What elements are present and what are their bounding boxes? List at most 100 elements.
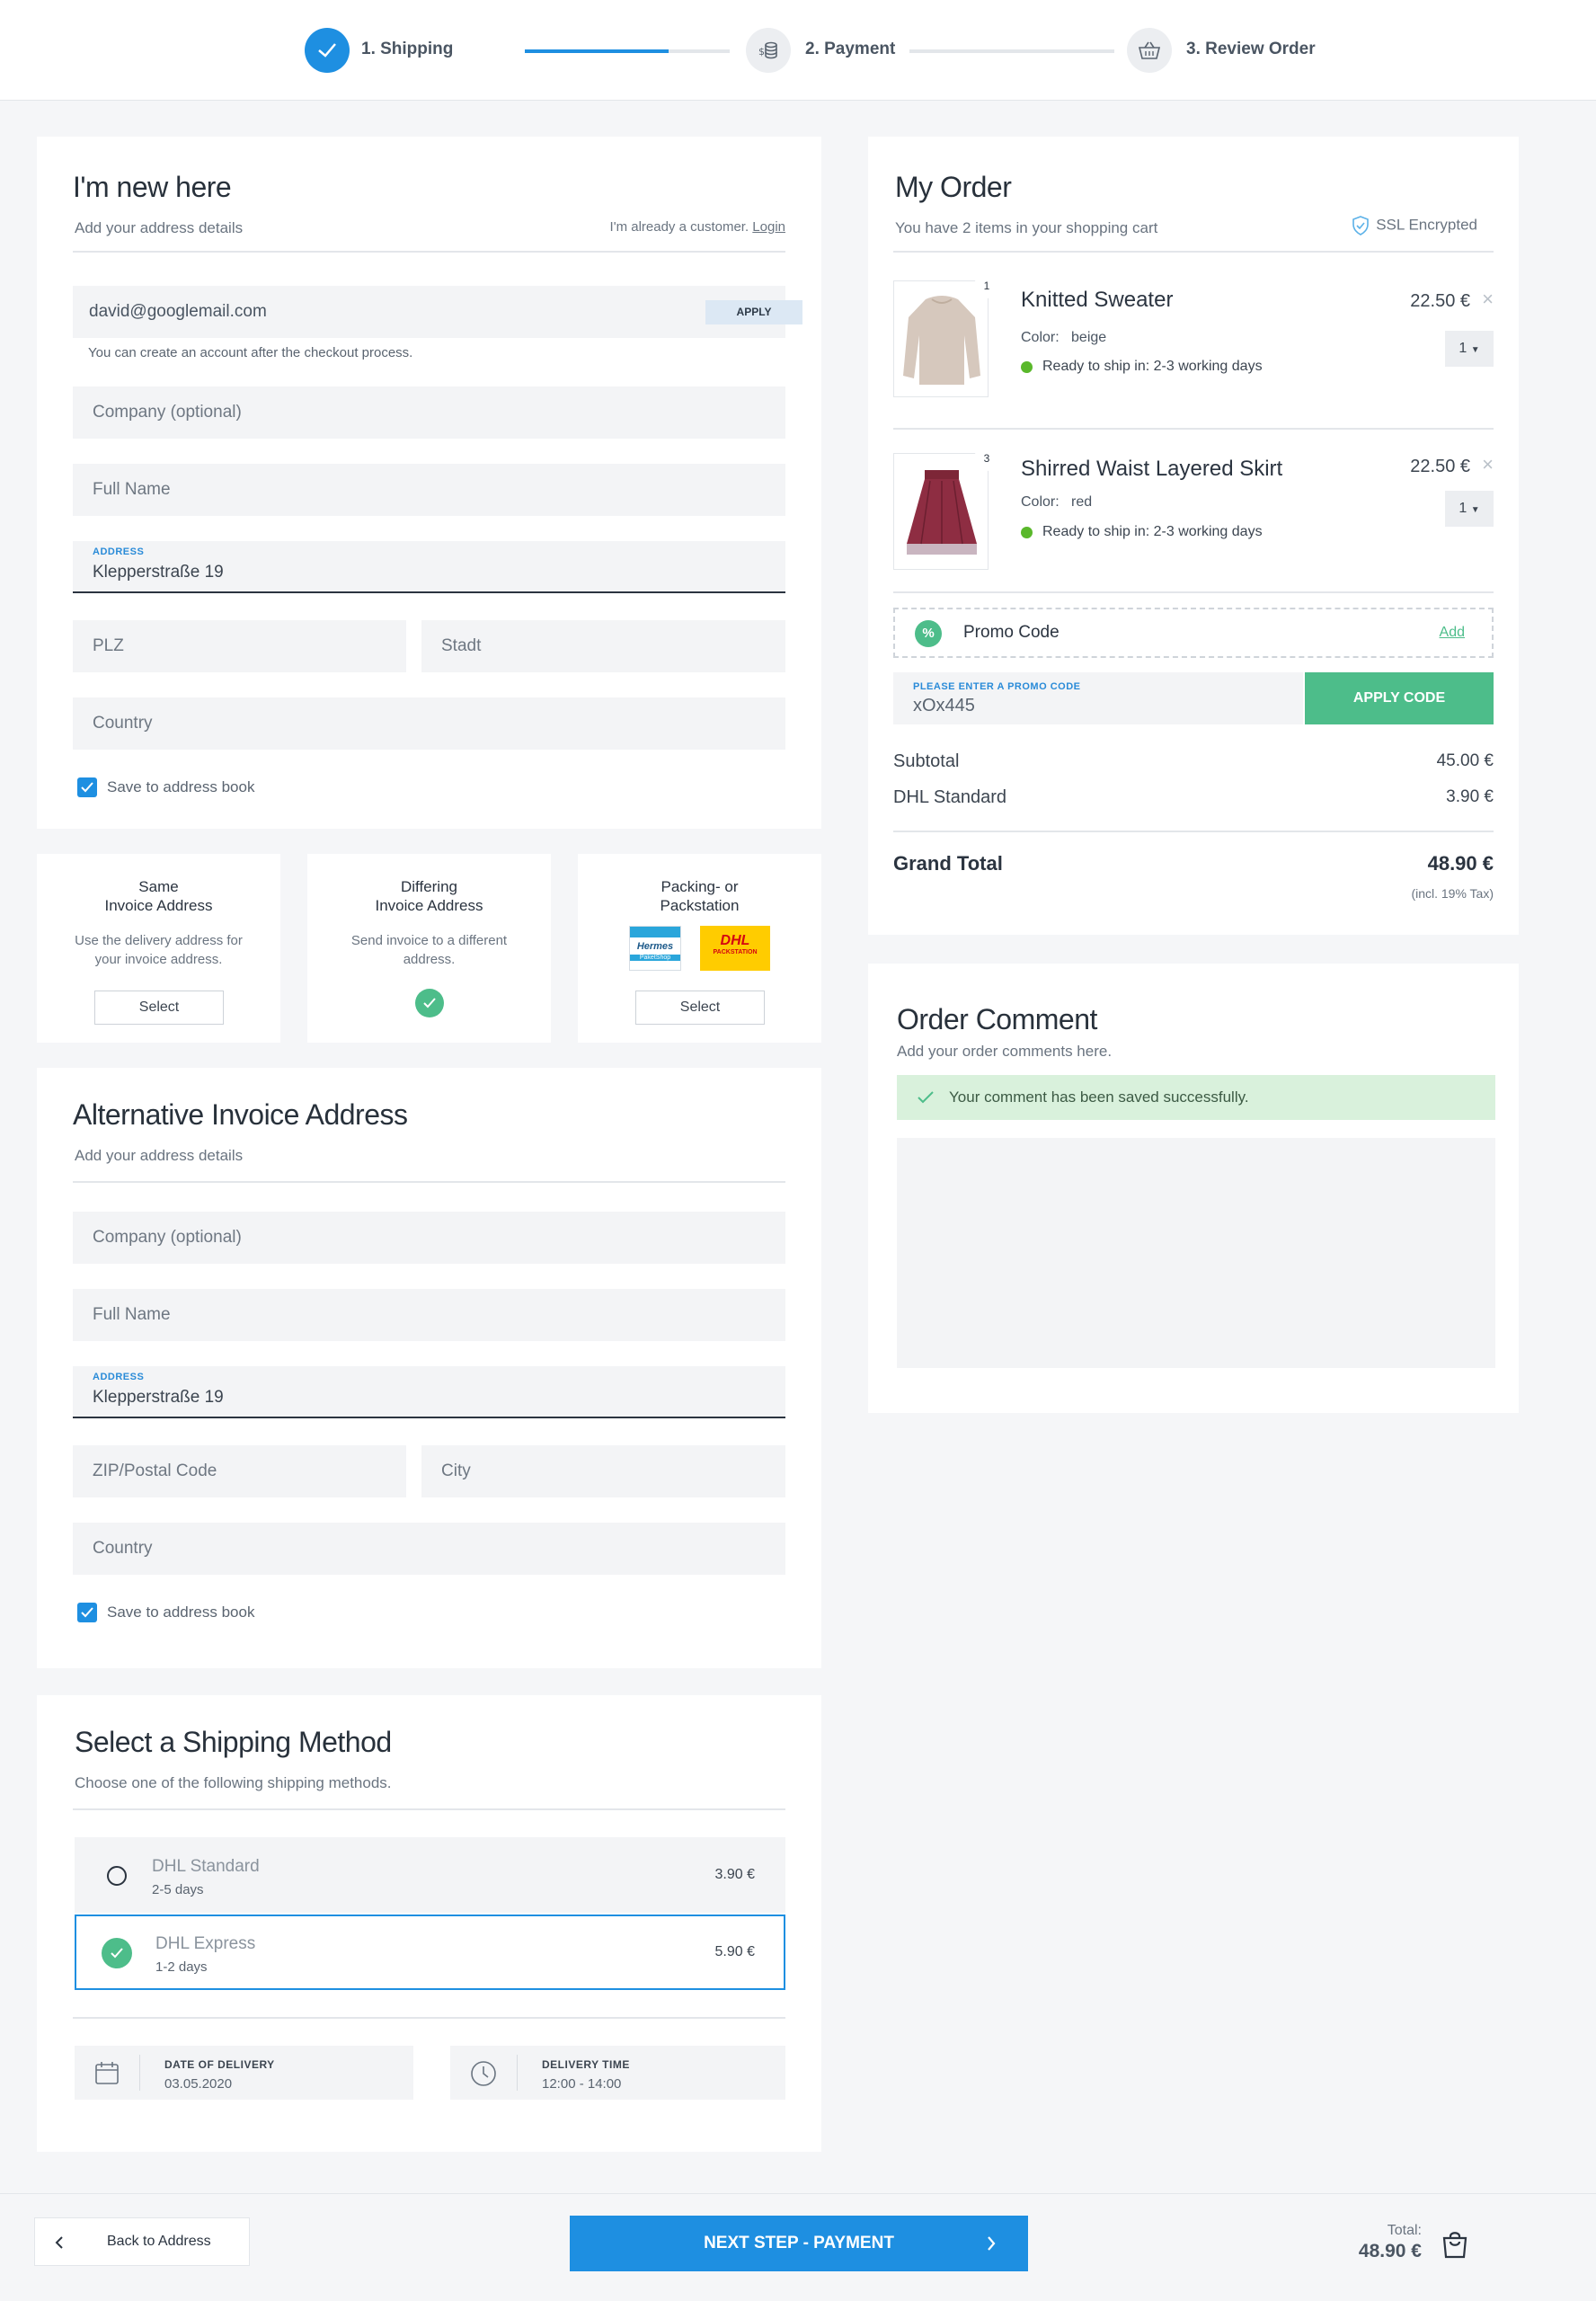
shipping-option-dhl-express[interactable]: DHL Express 1-2 days 5.90 € <box>75 1915 785 1990</box>
divider <box>893 428 1494 430</box>
back-label: Back to Address <box>107 2234 211 2249</box>
back-to-address-button[interactable]: Back to Address <box>34 2217 250 2266</box>
option-desc-line2: your invoice address. <box>94 952 223 967</box>
select-packstation-button[interactable]: Select <box>635 991 765 1025</box>
apply-email-button[interactable]: APPLY <box>705 300 802 324</box>
step-shipping-circle[interactable] <box>305 28 350 73</box>
city-field[interactable]: City <box>421 1445 785 1497</box>
selected-check-icon[interactable] <box>102 1938 132 1968</box>
email-value: david@googlemail.com <box>89 302 267 321</box>
option-desc: Send invoice to a different address. <box>307 931 551 969</box>
full-name-field[interactable]: Full Name <box>73 1289 785 1341</box>
sweater-image <box>903 296 980 385</box>
next-step-button[interactable]: NEXT STEP - PAYMENT <box>570 2216 1028 2271</box>
login-link[interactable]: Login <box>752 219 785 235</box>
remove-icon[interactable]: × <box>1482 455 1494 475</box>
shipping-method-card: Select a Shipping Method Choose one of t… <box>37 1695 821 2152</box>
country-field[interactable]: Country <box>73 1523 785 1575</box>
invoice-option-same[interactable]: Same Invoice Address Use the delivery ad… <box>37 854 280 1043</box>
date-label: DATE OF DELIVERY <box>164 2058 275 2071</box>
method-price: 3.90 € <box>714 1867 755 1882</box>
footer-total-label: Total: <box>1387 2223 1422 2238</box>
promo-code-input[interactable]: PLEASE ENTER A PROMO CODE xOx445 <box>893 672 1303 724</box>
product-name[interactable]: Knitted Sweater <box>1021 288 1173 313</box>
plz-field[interactable]: PLZ <box>73 620 406 672</box>
clock-icon <box>471 2061 496 2086</box>
product-color: Color: red <box>1021 494 1092 511</box>
company-field[interactable]: Company (optional) <box>73 1212 785 1264</box>
grand-total-label: Grand Total <box>893 852 1003 875</box>
option-title-line1: Differing <box>401 878 457 895</box>
comment-textarea[interactable] <box>897 1138 1495 1368</box>
divider <box>73 1181 785 1183</box>
shopping-bag-icon[interactable] <box>1441 2230 1468 2259</box>
tax-note: (incl. 19% Tax) <box>1411 886 1494 901</box>
save-address-label[interactable]: Save to address book <box>107 778 254 796</box>
next-label: NEXT STEP - PAYMENT <box>704 2234 894 2252</box>
zip-field[interactable]: ZIP/Postal Code <box>73 1445 406 1497</box>
promo-add-link[interactable]: Add <box>1440 625 1465 641</box>
delivery-time-field[interactable]: DELIVERY TIME 12:00 - 14:00 <box>450 2046 785 2100</box>
step-payment-label[interactable]: 2. Payment <box>805 40 895 59</box>
option-title-line2: Invoice Address <box>104 897 213 914</box>
shipping-option-dhl-standard[interactable]: DHL Standard 2-5 days 3.90 € <box>75 1837 785 1913</box>
city-placeholder: City <box>441 1461 471 1480</box>
product-thumbnail[interactable] <box>893 280 989 397</box>
dhl-logo-sub: PACKSTATION <box>713 949 758 955</box>
dhl-logo-icon: DHL PACKSTATION <box>700 926 770 971</box>
step-review-circle[interactable] <box>1127 28 1172 73</box>
delivery-date-field[interactable]: DATE OF DELIVERY 03.05.2020 <box>75 2046 413 2100</box>
stadt-field[interactable]: Stadt <box>421 620 785 672</box>
color-value: red <box>1071 494 1093 510</box>
step-payment-circle[interactable]: $ <box>746 28 791 73</box>
quantity-select[interactable]: 1 ▼ <box>1445 491 1494 527</box>
section-subtitle: Add your order comments here. <box>897 1043 1113 1060</box>
option-title: Differing Invoice Address <box>307 877 551 915</box>
option-title: Same Invoice Address <box>37 877 280 915</box>
divider <box>893 591 1494 593</box>
coins-icon: $ <box>758 41 777 59</box>
country-placeholder: Country <box>93 1539 153 1558</box>
success-message: Your comment has been saved successfully… <box>897 1075 1495 1120</box>
promo-code-row[interactable]: % Promo Code Add <box>893 608 1494 658</box>
save-address-label[interactable]: Save to address book <box>107 1604 254 1621</box>
company-field[interactable]: Company (optional) <box>73 386 785 439</box>
full-name-placeholder: Full Name <box>93 480 171 499</box>
shipping-cost-value: 3.90 € <box>1446 787 1494 806</box>
address-label: ADDRESS <box>93 546 145 557</box>
option-title: Packing- or Packstation <box>578 877 821 915</box>
country-field[interactable]: Country <box>73 697 785 750</box>
invoice-option-packstation[interactable]: Packing- or Packstation Hermes PaketShop… <box>578 854 821 1043</box>
address-field[interactable]: ADDRESS Klepperstraße 19 <box>73 541 785 593</box>
invoice-option-differing[interactable]: Differing Invoice Address Send invoice t… <box>307 854 551 1043</box>
email-field[interactable]: david@googlemail.com APPLY <box>73 286 802 338</box>
option-desc: Use the delivery address for your invoic… <box>37 931 280 969</box>
subtotal-value: 45.00 € <box>1436 751 1494 770</box>
zip-placeholder: ZIP/Postal Code <box>93 1461 217 1480</box>
product-name[interactable]: Shirred Waist Layered Skirt <box>1021 457 1282 482</box>
save-address-checkbox[interactable] <box>77 777 97 797</box>
remove-icon[interactable]: × <box>1482 289 1494 309</box>
apply-code-button[interactable]: APPLY CODE <box>1305 672 1494 724</box>
section-title: My Order <box>895 171 1012 203</box>
address-field[interactable]: ADDRESS Klepperstraße 19 <box>73 1366 785 1418</box>
quantity-select[interactable]: 1 ▼ <box>1445 331 1494 367</box>
select-same-button[interactable]: Select <box>94 991 224 1025</box>
availability-dot <box>1021 361 1033 373</box>
step-review-label[interactable]: 3. Review Order <box>1186 40 1316 59</box>
quantity-badge: 1 <box>974 273 999 298</box>
section-title: Order Comment <box>897 1003 1097 1035</box>
full-name-field[interactable]: Full Name <box>73 464 785 516</box>
promo-input-value: xOx445 <box>913 696 975 715</box>
product-thumbnail[interactable] <box>893 453 989 570</box>
quantity-badge: 3 <box>974 446 999 471</box>
method-name: DHL Express <box>155 1934 256 1953</box>
section-subtitle: Add your address details <box>75 219 244 236</box>
address-value: Klepperstraße 19 <box>93 1388 224 1407</box>
radio-icon[interactable] <box>107 1866 127 1886</box>
time-label: DELIVERY TIME <box>542 2058 630 2071</box>
color-label: Color: <box>1021 330 1060 345</box>
save-address-checkbox[interactable] <box>77 1603 97 1622</box>
alt-invoice-card: Alternative Invoice Address Add your add… <box>37 1068 821 1668</box>
step-shipping-label[interactable]: 1. Shipping <box>361 40 453 59</box>
